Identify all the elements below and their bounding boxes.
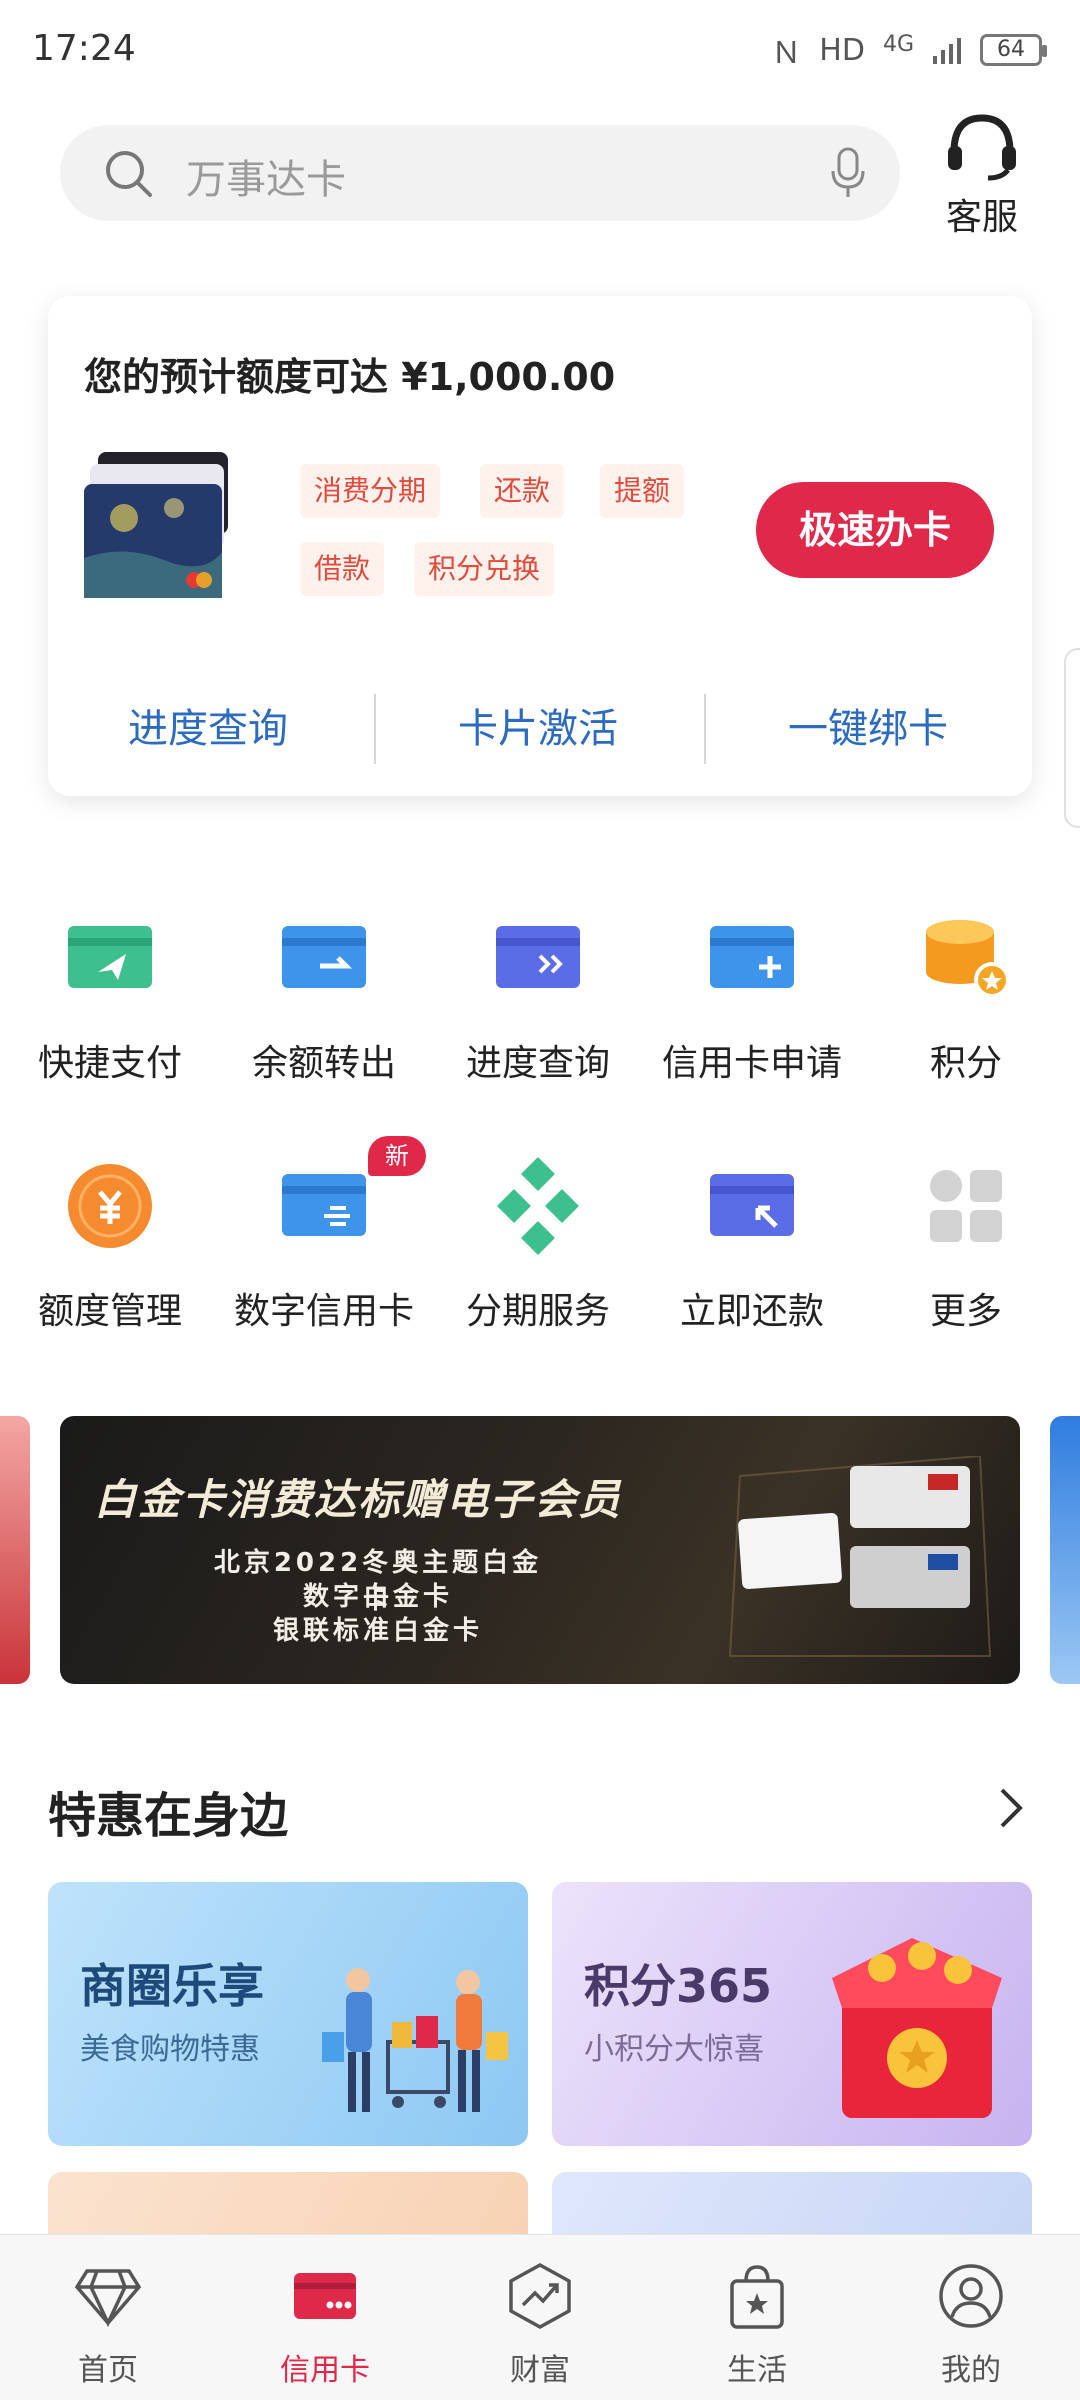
- bottom-tab-bar: 首页 信用卡 财富 生活 我的: [0, 2234, 1080, 2400]
- grid-item-quick-pay[interactable]: 快捷支付: [2, 908, 218, 1086]
- grid-label: 更多: [929, 1291, 1002, 1332]
- status-indicators: Ｎ HD 4G 64: [771, 28, 1047, 72]
- credit-card-image: [84, 452, 228, 598]
- card-stack-image: [728, 1456, 992, 1657]
- customer-service-button[interactable]: 客服: [932, 112, 1032, 240]
- search-icon: [106, 151, 152, 197]
- carousel-prev-slide[interactable]: [0, 1416, 30, 1684]
- tab-label: 我的: [941, 2353, 1001, 2388]
- search-bar[interactable]: 万事达卡: [60, 125, 900, 221]
- tab-home[interactable]: 首页: [23, 2261, 193, 2389]
- battery-icon: 64: [980, 34, 1047, 66]
- balance-transfer-icon: [282, 926, 366, 988]
- promo-title: 积分365: [584, 1959, 773, 2013]
- tag-limit-increase[interactable]: 提额: [600, 464, 685, 518]
- section-title: 特惠在身边: [48, 1788, 289, 1844]
- signal-icon: 4G: [882, 31, 914, 57]
- limit-manage-icon: [68, 1164, 152, 1248]
- card-apply-icon: [710, 926, 794, 988]
- tag-loan[interactable]: 借款: [300, 542, 385, 596]
- card-activation-link[interactable]: 卡片激活: [388, 696, 688, 754]
- diamond-icon: [74, 2269, 142, 2328]
- network-label: HD: [819, 32, 865, 68]
- banner-line: 数字白金卡: [302, 1582, 453, 1612]
- credit-card-icon: [294, 2273, 356, 2319]
- grid-label: 立即还款: [679, 1291, 824, 1332]
- credit-limit-title: 您的预计额度可达 ¥1,000.00: [84, 355, 616, 399]
- promo-card-points365[interactable]: 积分365 小积分大惊喜: [552, 1882, 1032, 2146]
- installment-icon: [497, 1157, 579, 1255]
- carousel-next-slide[interactable]: [1050, 1416, 1080, 1684]
- grid-label: 快捷支付: [37, 1043, 182, 1084]
- search-placeholder: 万事达卡: [186, 157, 346, 203]
- tab-credit-card[interactable]: 信用卡: [240, 2261, 410, 2389]
- promo-subtitle: 美食购物特惠: [80, 2032, 260, 2067]
- quick-apply-button[interactable]: 极速办卡: [756, 482, 994, 578]
- credit-limit-panel: 您的预计额度可达 ¥1,000.00 消费分期 还款 提额 借款 积分兑换 极速…: [48, 296, 1032, 796]
- customer-service-label: 客服: [945, 197, 1018, 238]
- tab-label: 信用卡: [280, 2353, 370, 2388]
- wealth-chart-icon: [509, 2263, 571, 2329]
- tag-points-exchange[interactable]: 积分兑换: [414, 542, 555, 596]
- promo-card-shopping[interactable]: 商圈乐享 美食购物特惠: [48, 1882, 528, 2146]
- divider: [704, 694, 706, 764]
- digital-card-icon: [282, 1174, 366, 1236]
- grid-label: 积分: [929, 1043, 1002, 1084]
- grid-item-installment[interactable]: 分期服务: [430, 1156, 646, 1334]
- grid-label: 信用卡申请: [661, 1043, 842, 1084]
- status-time: 17:24: [32, 28, 136, 69]
- grid-label: 分期服务: [465, 1291, 610, 1332]
- grid-item-card-apply[interactable]: 信用卡申请: [644, 908, 860, 1086]
- microphone-icon[interactable]: [830, 147, 866, 199]
- points-icon: [926, 920, 1010, 998]
- tag-installment[interactable]: 消费分期: [300, 464, 441, 518]
- signal-bars-icon: [933, 38, 961, 64]
- grid-label: 数字信用卡: [233, 1291, 414, 1332]
- promo-title: 商圈乐享: [80, 1959, 264, 2013]
- grid-item-points[interactable]: 积分: [858, 908, 1074, 1086]
- side-edge-handle[interactable]: [1064, 648, 1080, 828]
- quick-pay-icon: [68, 926, 152, 988]
- repay-icon: [710, 1174, 794, 1236]
- chevron-right-icon[interactable]: [996, 1786, 1026, 1830]
- grid-label: 进度查询: [465, 1043, 610, 1084]
- progress-query-icon: [496, 926, 580, 988]
- tab-life[interactable]: 生活: [672, 2261, 842, 2389]
- status-bar: 17:24 Ｎ HD 4G 64: [0, 0, 1080, 100]
- bind-card-link[interactable]: 一键绑卡: [718, 696, 1018, 754]
- grid-label: 额度管理: [37, 1291, 182, 1332]
- grid-item-progress-query[interactable]: 进度查询: [430, 908, 646, 1086]
- grid-item-digital-card[interactable]: 新 数字信用卡: [216, 1136, 432, 1334]
- tab-wealth[interactable]: 财富: [455, 2261, 625, 2389]
- tab-mine[interactable]: 我的: [886, 2261, 1056, 2389]
- more-icon: [930, 1170, 1002, 1242]
- headset-icon: [948, 114, 1016, 181]
- divider: [374, 694, 376, 764]
- grid-item-repay[interactable]: 立即还款: [644, 1156, 860, 1334]
- grid-item-limit-manage[interactable]: 额度管理: [2, 1156, 218, 1334]
- tab-label: 首页: [78, 2353, 138, 2388]
- banner-headline: 白金卡消费达标赠电子会员: [94, 1475, 623, 1524]
- tab-label: 生活: [727, 2353, 787, 2388]
- nfc-icon: Ｎ: [771, 36, 802, 71]
- tab-label: 财富: [510, 2353, 570, 2388]
- promo-banner[interactable]: 白金卡消费达标赠电子会员 北京2022冬奥主题白金卡 数字白金卡 银联标准白金卡: [60, 1416, 1020, 1684]
- grid-item-balance-transfer[interactable]: 余额转出: [216, 908, 432, 1086]
- tag-repayment[interactable]: 还款: [480, 464, 565, 518]
- promo-subtitle: 小积分大惊喜: [584, 2032, 764, 2067]
- grid-item-more[interactable]: 更多: [858, 1156, 1074, 1334]
- banner-line: 银联标准白金卡: [272, 1616, 483, 1646]
- profile-icon: [939, 2264, 1003, 2328]
- progress-query-link[interactable]: 进度查询: [58, 696, 358, 754]
- red-envelope-icon: [832, 1938, 1002, 2118]
- shopping-bag-icon: [730, 2265, 784, 2329]
- shoppers-illustration: [322, 1968, 508, 2112]
- grid-label: 余额转出: [251, 1043, 396, 1084]
- new-badge: 新: [368, 1136, 426, 1176]
- app-screen: 17:24 Ｎ HD 4G 64 万事达卡 客服 您的预计额度可达 ¥1,000…: [0, 0, 1080, 2400]
